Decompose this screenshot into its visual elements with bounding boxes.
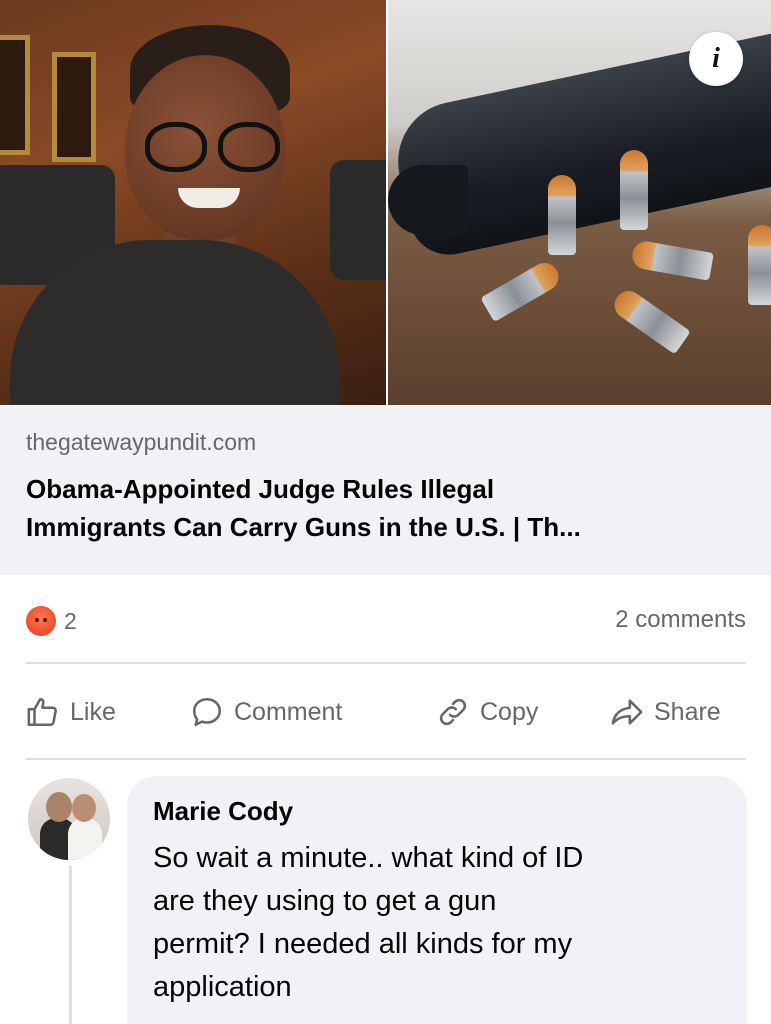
- glasses-lens: [145, 122, 207, 172]
- share-label: Share: [654, 697, 721, 726]
- speech-bubble-icon: [192, 697, 222, 727]
- link-preview-meta[interactable]: thegatewaypundit.com Obama-Appointed Jud…: [0, 405, 771, 575]
- comment-line: permit? I needed all kinds for my: [153, 928, 573, 960]
- link-domain: thegatewaypundit.com: [26, 429, 257, 455]
- share-button[interactable]: Share: [610, 692, 721, 732]
- link-preview-image[interactable]: i: [0, 0, 771, 405]
- like-label: Like: [70, 697, 116, 726]
- bullet: [748, 225, 771, 305]
- bullet: [609, 285, 691, 355]
- comment-text: So wait a minute.. what kind of ID are t…: [153, 837, 721, 1009]
- divider: [26, 662, 746, 664]
- post-stats: 2 2 comments: [26, 600, 746, 644]
- share-arrow-icon: [611, 699, 643, 725]
- comment-bubble[interactable]: Marie Cody So wait a minute.. what kind …: [127, 776, 747, 1024]
- judge-photo: [0, 0, 386, 405]
- action-bar: Like Comment Copy Share: [0, 666, 771, 758]
- chair: [330, 160, 386, 280]
- comment-button[interactable]: Comment: [190, 692, 342, 732]
- comment-label: Comment: [234, 697, 343, 726]
- reaction-count[interactable]: 2: [64, 608, 77, 635]
- pistol-barrel: [388, 165, 468, 235]
- like-button[interactable]: Like: [26, 692, 116, 732]
- wall-portrait: [52, 52, 96, 162]
- bullet: [480, 257, 564, 323]
- link-headline: Obama-Appointed Judge Rules Illegal Immi…: [26, 470, 745, 546]
- comment-line: are they using to get a gun: [153, 885, 497, 917]
- avatar-face: [72, 794, 96, 822]
- headline-line: Immigrants Can Carry Guns in the U.S. | …: [26, 512, 581, 542]
- glasses-lens: [218, 122, 280, 172]
- avatar-face: [46, 792, 72, 822]
- wall-portrait: [0, 35, 30, 155]
- bullet: [548, 175, 576, 255]
- avatar-figure: [68, 818, 102, 860]
- comment-count[interactable]: 2 comments: [615, 606, 746, 634]
- headline-line: Obama-Appointed Judge Rules Illegal: [26, 474, 495, 504]
- info-icon[interactable]: i: [689, 32, 743, 86]
- thread-line: [69, 866, 72, 1024]
- comment-line: So wait a minute.. what kind of ID: [153, 842, 584, 874]
- bullet: [630, 239, 714, 281]
- divider: [26, 758, 746, 760]
- thumbs-up-icon: [27, 697, 57, 727]
- angry-emoji-icon[interactable]: [26, 606, 56, 636]
- copy-label: Copy: [480, 697, 539, 726]
- copy-button[interactable]: Copy: [436, 692, 538, 732]
- comment-line: application: [153, 971, 292, 1003]
- bullet: [620, 150, 648, 230]
- avatar[interactable]: [28, 778, 110, 860]
- link-icon: [439, 698, 467, 726]
- comment-author[interactable]: Marie Cody: [153, 796, 721, 827]
